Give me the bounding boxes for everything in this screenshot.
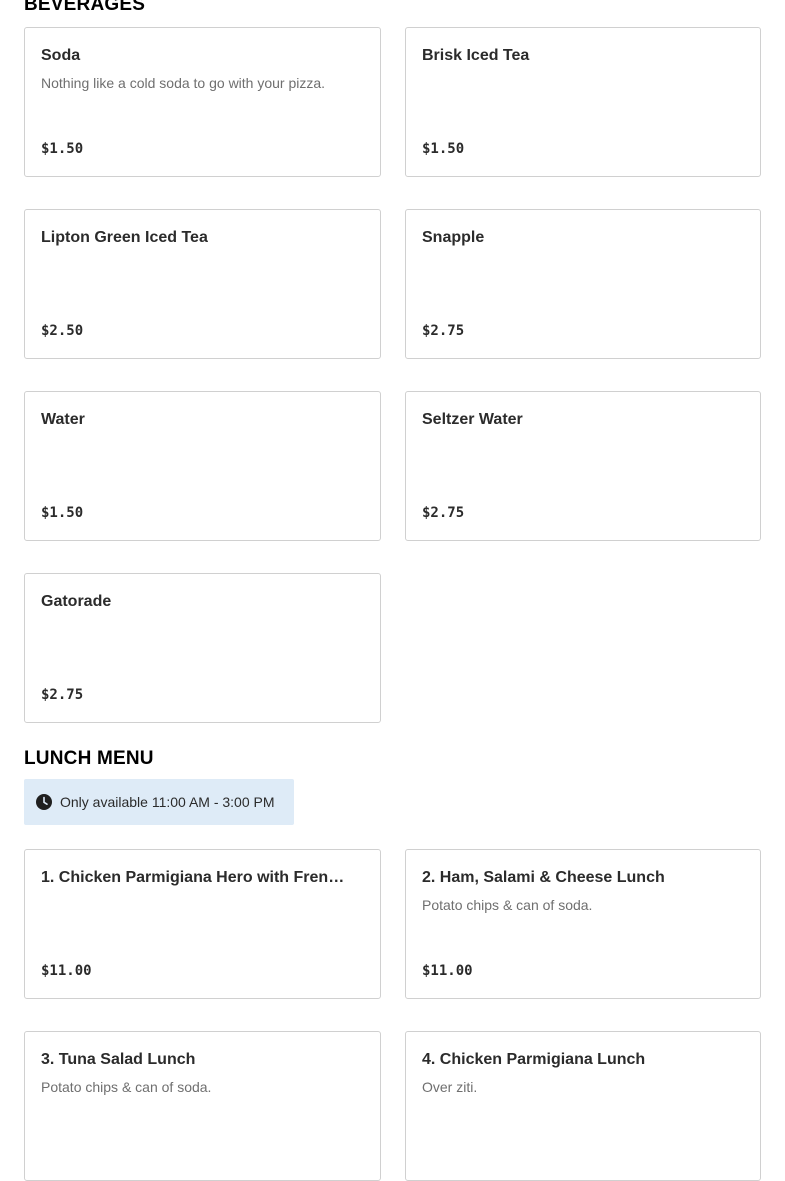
menu-item-card[interactable]: Brisk Iced Tea $1.50 [405,27,761,177]
item-name: Gatorade [41,593,112,610]
menu-item-card[interactable]: Gatorade $2.75 [24,573,381,723]
menu-item-card[interactable]: 3. Tuna Salad Lunch Potato chips & can o… [24,1031,381,1181]
item-name: Seltzer Water [422,411,523,428]
item-description: Potato chips & can of soda. [41,1079,212,1095]
beverages-heading: BEVERAGES [24,0,146,15]
item-name: Brisk Iced Tea [422,47,530,64]
item-price: $11.00 [41,963,92,979]
lunch-menu-heading: LUNCH MENU [24,748,154,769]
item-description: Nothing like a cold soda to go with your… [41,75,326,91]
availability-banner: Only available 11:00 AM - 3:00 PM [24,779,294,825]
item-price: $11.00 [422,963,473,979]
menu-item-card[interactable]: Soda Nothing like a cold soda to go with… [24,27,381,177]
menu-item-card[interactable]: Water $1.50 [24,391,381,541]
item-description: Potato chips & can of soda. [422,897,593,913]
item-price: $1.50 [41,505,84,521]
item-name: 3. Tuna Salad Lunch [41,1051,196,1068]
item-price: $2.75 [422,505,465,521]
clock-icon [36,794,52,810]
menu-item-card[interactable]: Seltzer Water $2.75 [405,391,761,541]
item-name: 2. Ham, Salami & Cheese Lunch [422,869,665,886]
menu-item-card[interactable]: 4. Chicken Parmigiana Lunch Over ziti. [405,1031,761,1181]
menu-item-card[interactable]: Snapple $2.75 [405,209,761,359]
availability-text: Only available 11:00 AM - 3:00 PM [60,794,275,810]
item-name: 4. Chicken Parmigiana Lunch [422,1051,646,1068]
menu-item-card[interactable]: 1. Chicken Parmigiana Hero with French F… [24,849,381,999]
item-price: $1.50 [422,141,465,157]
item-description: Over ziti. [422,1079,478,1095]
item-price: $2.75 [422,323,465,339]
item-name: 1. Chicken Parmigiana Hero with French F… [41,869,350,886]
menu-item-card[interactable]: Lipton Green Iced Tea $2.50 [24,209,381,359]
item-price: $2.75 [41,687,84,703]
item-name: Water [41,411,85,428]
menu-item-card[interactable]: 2. Ham, Salami & Cheese Lunch Potato chi… [405,849,761,999]
item-name: Lipton Green Iced Tea [41,229,208,246]
item-price: $1.50 [41,141,84,157]
item-price: $2.50 [41,323,84,339]
item-name: Snapple [422,229,485,246]
item-name: Soda [41,47,81,64]
